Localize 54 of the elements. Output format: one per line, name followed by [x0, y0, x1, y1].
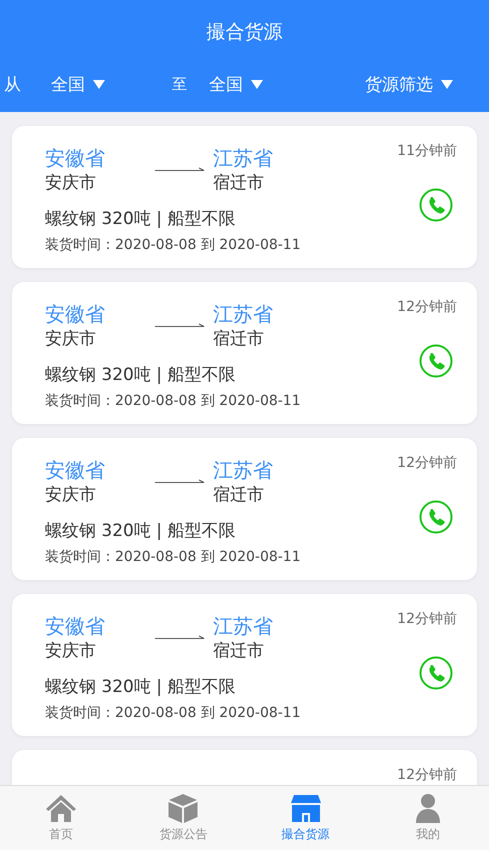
- cargo-card[interactable]: 安徽省 安庆市 江苏省 宿迁市 12分钟前 螺纹钢 320吨 | 船型不限 装货时间：2020-08-08 到 2020-08-11: [12, 438, 477, 580]
- phone-icon[interactable]: [419, 500, 453, 534]
- destination-province: 江苏省: [213, 145, 273, 171]
- cargo-description: 螺纹钢 320吨 | 船型不限: [45, 208, 236, 230]
- caret-icon: [93, 80, 105, 88]
- destination-province: 江苏省: [213, 457, 273, 483]
- destination-province: 江苏省: [213, 301, 273, 327]
- phone-icon[interactable]: [419, 656, 453, 690]
- phone-icon[interactable]: [419, 344, 453, 378]
- tab-item[interactable]: 货源公告: [122, 786, 244, 850]
- house-icon: [45, 792, 78, 824]
- filter-label: 至: [172, 74, 187, 94]
- page-title: 撮合货源: [206, 20, 284, 45]
- store-icon: [290, 792, 322, 824]
- origin-province: 安徽省: [45, 301, 105, 327]
- loading-time: 装货时间：2020-08-08 到 2020-08-11: [45, 236, 301, 254]
- loading-time: 装货时间：2020-08-08 到 2020-08-11: [45, 392, 301, 410]
- origin-city: 安庆市: [45, 328, 97, 351]
- posted-time: 12分钟前: [397, 454, 457, 472]
- posted-time: 12分钟前: [397, 766, 457, 784]
- loading-time: 装货时间：2020-08-08 到 2020-08-11: [45, 704, 301, 722]
- tab-item[interactable]: 撮合货源: [244, 786, 367, 850]
- caret-icon: [441, 80, 453, 88]
- origin-city: 安庆市: [45, 172, 97, 195]
- filter-dropdown[interactable]: 全国: [209, 72, 263, 96]
- tab-item[interactable]: 首页: [0, 786, 122, 850]
- cargo-card[interactable]: 安徽省 安庆市 江苏省 宿迁市 11分钟前 螺纹钢 320吨 | 船型不限 装货时间：2020-08-08 到 2020-08-11: [12, 126, 477, 268]
- destination-city: 宿迁市: [213, 328, 265, 351]
- box-icon: [167, 792, 200, 824]
- filter-dropdown[interactable]: 全国: [51, 72, 105, 96]
- cargo-description: 螺纹钢 320吨 | 船型不限: [45, 520, 236, 542]
- tab-item[interactable]: 我的: [366, 786, 489, 850]
- cargo-card[interactable]: 12分钟前: [12, 750, 477, 785]
- origin-province: 安徽省: [45, 613, 105, 639]
- origin-province: 安徽省: [45, 457, 105, 483]
- origin-city: 安庆市: [45, 484, 97, 507]
- cargo-card[interactable]: 安徽省 安庆市 江苏省 宿迁市 12分钟前 螺纹钢 320吨 | 船型不限 装货时间：2020-08-08 到 2020-08-11: [12, 594, 477, 736]
- phone-icon[interactable]: [419, 188, 453, 222]
- destination-city: 宿迁市: [213, 640, 265, 663]
- destination-city: 宿迁市: [213, 172, 265, 195]
- origin-city: 安庆市: [45, 640, 97, 663]
- caret-icon: [251, 80, 263, 88]
- loading-time: 装货时间：2020-08-08 到 2020-08-11: [45, 548, 301, 566]
- filter-label: 从: [4, 74, 21, 96]
- posted-time: 11分钟前: [397, 142, 457, 160]
- filter-dropdown[interactable]: 货源筛选: [365, 72, 453, 96]
- cargo-description: 螺纹钢 320吨 | 船型不限: [45, 676, 236, 698]
- posted-time: 12分钟前: [397, 298, 457, 316]
- destination-province: 江苏省: [213, 613, 273, 639]
- destination-city: 宿迁市: [213, 484, 265, 507]
- origin-province: 安徽省: [45, 145, 105, 171]
- cargo-card[interactable]: 安徽省 安庆市 江苏省 宿迁市 12分钟前 螺纹钢 320吨 | 船型不限 装货时间：2020-08-08 到 2020-08-11: [12, 282, 477, 424]
- posted-time: 12分钟前: [397, 610, 457, 628]
- cargo-description: 螺纹钢 320吨 | 船型不限: [45, 364, 236, 386]
